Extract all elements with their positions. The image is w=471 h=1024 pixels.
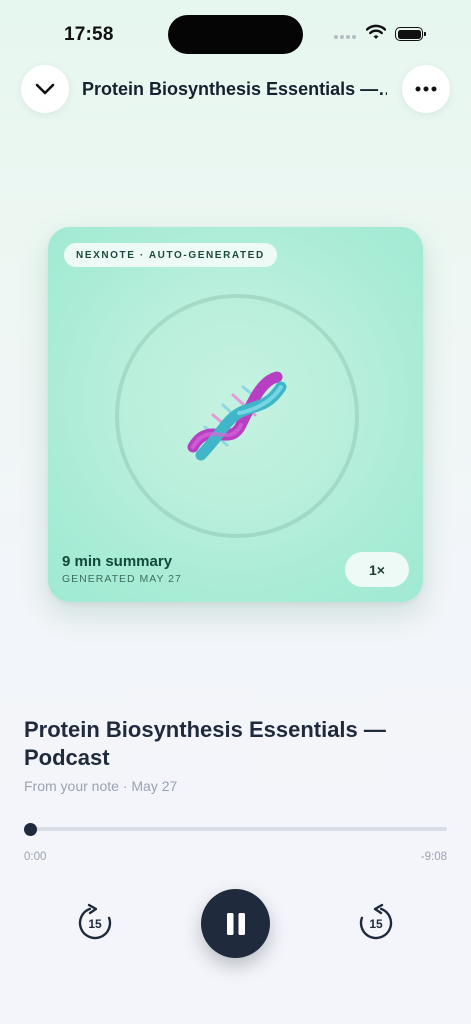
remaining-time: -9:08 <box>420 851 447 863</box>
chevron-down-icon <box>35 83 55 95</box>
nav-title: Protein Biosynthesis Essentials —… <box>82 79 387 99</box>
progress-scrubber[interactable] <box>24 823 37 836</box>
dynamic-island <box>168 15 303 54</box>
playback-speed-button[interactable]: 1× <box>345 552 409 587</box>
forward-seconds: 15 <box>369 917 383 931</box>
progress-track[interactable] <box>30 827 447 831</box>
wifi-icon <box>366 24 386 39</box>
source-badge: NEXNOTE · AUTO-GENERATED <box>64 243 277 267</box>
cellular-signal-icon <box>334 33 358 41</box>
episode-subtitle: From your note · May 27 <box>24 778 178 794</box>
dna-icon <box>187 371 287 461</box>
summary-length: 9 min summary <box>62 553 173 570</box>
generated-date: GENERATED MAY 27 <box>62 573 182 585</box>
elapsed-time: 0:00 <box>24 851 47 863</box>
forward-15-button[interactable]: 15 <box>355 902 397 944</box>
battery-icon <box>395 27 426 41</box>
pause-icon <box>226 912 245 935</box>
episode-title: Protein Biosynthesis Essentials — Podcas… <box>24 717 386 770</box>
ellipsis-icon <box>415 86 437 92</box>
nav-bar: Protein Biosynthesis Essentials —… <box>0 63 471 117</box>
more-options-button[interactable] <box>402 65 450 113</box>
status-time: 17:58 <box>64 24 114 45</box>
rewind-15-button[interactable]: 15 <box>74 902 116 944</box>
rewind-seconds: 15 <box>88 917 102 931</box>
status-bar: 17:58 <box>0 0 471 60</box>
collapse-player-button[interactable] <box>21 65 69 113</box>
pause-button[interactable] <box>201 889 270 958</box>
podcast-artwork: NEXNOTE · AUTO-GENERATED 9 min summary G… <box>48 227 423 602</box>
